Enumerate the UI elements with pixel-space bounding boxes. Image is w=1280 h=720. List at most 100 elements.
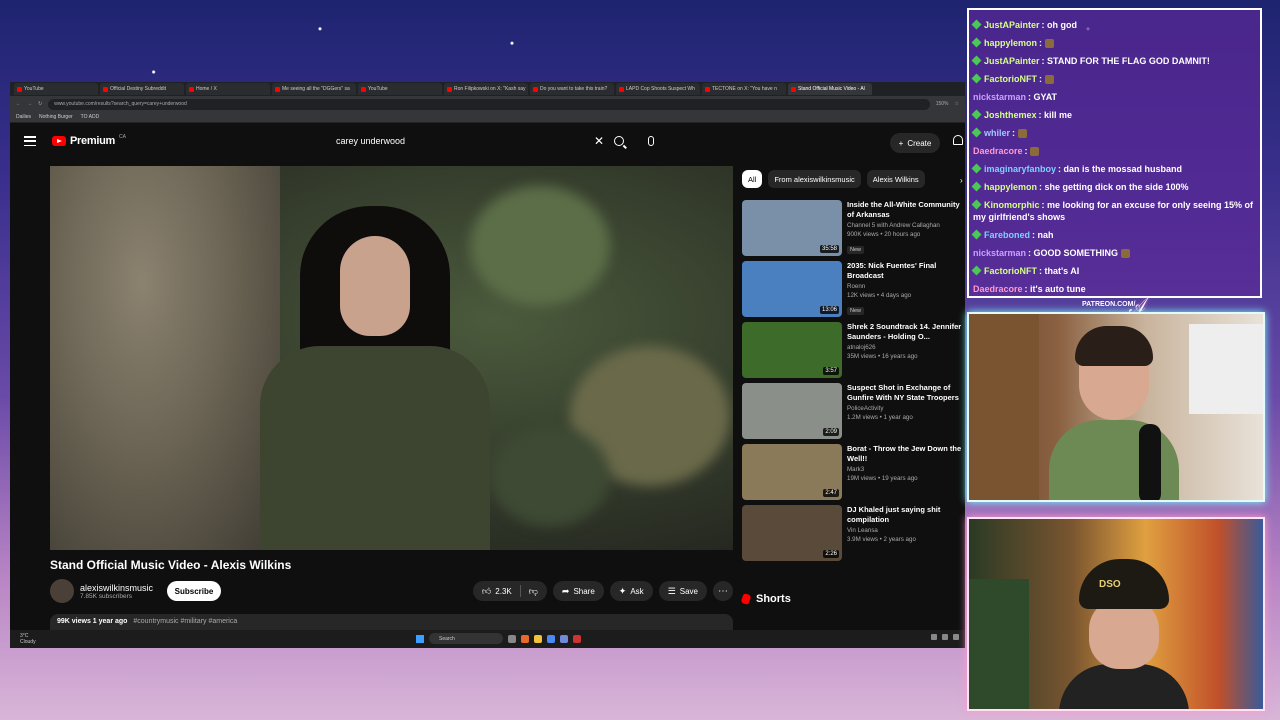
forward-icon[interactable]: →: [27, 101, 32, 107]
obs-icon[interactable]: [573, 634, 581, 643]
video-channel[interactable]: Vin Leansa: [847, 527, 965, 534]
video-title[interactable]: 2035: Nick Fuentes' Final Broadcast: [847, 261, 965, 281]
browser-tab[interactable]: Stand Official Music Video - Al: [788, 83, 872, 95]
search-input[interactable]: [336, 135, 594, 147]
chat-username[interactable]: Daedracore: [973, 284, 1023, 294]
video-thumbnail[interactable]: 2:47: [742, 444, 842, 500]
address-bar[interactable]: www.youtube.com/results?search_query=car…: [48, 98, 930, 110]
video-title[interactable]: Suspect Shot in Exchange of Gunfire With…: [847, 383, 965, 403]
chevron-right-icon[interactable]: ›: [960, 176, 963, 185]
bookmark-dailies[interactable]: Dailies: [16, 114, 31, 120]
chat-username[interactable]: JustAPainter: [984, 56, 1040, 66]
subscribe-button[interactable]: Subscribe: [167, 581, 222, 601]
browser-tab[interactable]: TECTONE on X: "You have n: [702, 83, 786, 95]
video-info: Inside the All-White Community of Arkans…: [847, 200, 965, 256]
video-thumbnail[interactable]: 3:57: [742, 322, 842, 378]
zoom-level[interactable]: 150%: [936, 101, 949, 107]
chat-username[interactable]: nickstarman: [973, 248, 1026, 258]
browser-tab[interactable]: Official Destiny Subreddit: [100, 83, 184, 95]
video-title[interactable]: Inside the All-White Community of Arkans…: [847, 200, 965, 220]
ask-label: Ask: [630, 586, 644, 596]
star-icon[interactable]: ☆: [955, 101, 959, 107]
windows-start-icon[interactable]: [416, 634, 424, 643]
video-channel[interactable]: atnaloj626: [847, 344, 965, 351]
reload-icon[interactable]: ↻: [38, 101, 42, 107]
browser-tab[interactable]: YouTube: [14, 83, 98, 95]
recommended-video[interactable]: 2:47 Borat - Throw the Jew Down the Well…: [742, 444, 965, 500]
video-title[interactable]: Borat - Throw the Jew Down the Well!!: [847, 444, 965, 464]
recommended-video[interactable]: 3:57 Shrek 2 Soundtrack 14. Jennifer Sau…: [742, 322, 965, 378]
video-channel[interactable]: Mark3: [847, 466, 965, 473]
bookmark-nothing-burger[interactable]: Nothing Burger: [39, 114, 73, 120]
chat-username[interactable]: JustAPainter: [984, 20, 1040, 30]
browser-tab[interactable]: LAPD Cop Shoots Suspect Wh: [616, 83, 700, 95]
browser-tab[interactable]: YouTube: [358, 83, 442, 95]
chat-username[interactable]: nickstarman: [973, 92, 1026, 102]
share-button[interactable]: ➦ Share: [552, 581, 604, 601]
taskbar-search[interactable]: Search: [429, 633, 503, 644]
channel-info: alexiswilkinsmusic 7.85K subscribers: [80, 583, 153, 600]
camo-blob: [470, 186, 610, 306]
notifications-bell-icon[interactable]: [953, 135, 963, 145]
more-options-icon[interactable]: ⋯: [713, 581, 733, 601]
channel-name[interactable]: alexiswilkinsmusic: [80, 583, 153, 593]
chat-username[interactable]: Daedracore: [973, 146, 1023, 156]
browser-tab[interactable]: Home / X: [186, 83, 270, 95]
discord-icon[interactable]: [560, 634, 568, 643]
tray-icon[interactable]: [931, 634, 937, 640]
chat-username[interactable]: imaginaryfanboy: [984, 164, 1056, 174]
hamburger-menu-icon[interactable]: [24, 136, 36, 146]
video-title[interactable]: Shrek 2 Soundtrack 14. Jennifer Saunders…: [847, 322, 965, 342]
ask-button[interactable]: ✦ Ask: [609, 581, 653, 601]
chrome-icon[interactable]: [547, 634, 555, 643]
clear-search-icon[interactable]: ✕: [594, 134, 604, 148]
save-button[interactable]: ☰ Save: [658, 581, 707, 601]
chat-username[interactable]: Joshthemex: [984, 110, 1037, 120]
recommended-video[interactable]: 13:06 2035: Nick Fuentes' Final Broadcas…: [742, 261, 965, 317]
chat-username[interactable]: Kinomorphic: [984, 200, 1040, 210]
recommended-video[interactable]: 35:58 Inside the All-White Community of …: [742, 200, 965, 256]
chat-username[interactable]: happylemon: [984, 182, 1037, 192]
chat-username[interactable]: FactorioNFT: [984, 74, 1037, 84]
chat-username[interactable]: whiler: [984, 128, 1010, 138]
video-thumbnail[interactable]: 2:26: [742, 505, 842, 561]
thumbs-down-icon[interactable]: 👎︎: [529, 586, 538, 597]
chat-username[interactable]: FactorioNFT: [984, 266, 1037, 276]
tab-favicon-icon: [619, 86, 624, 92]
video-player[interactable]: [50, 166, 733, 550]
search-icon[interactable]: [614, 136, 624, 146]
microphone-icon[interactable]: [648, 136, 654, 146]
recommended-video[interactable]: 2:26 DJ Khaled just saying shit compilat…: [742, 505, 965, 561]
video-thumbnail[interactable]: 35:58: [742, 200, 842, 256]
task-view-icon[interactable]: [508, 634, 516, 643]
video-thumbnail[interactable]: 2:09: [742, 383, 842, 439]
youtube-logo[interactable]: Premium CA: [52, 134, 126, 147]
tray-icon[interactable]: [953, 634, 959, 640]
like-button[interactable]: 👍︎ 2.3K 👎︎: [472, 581, 547, 601]
file-explorer-icon[interactable]: [534, 634, 542, 643]
subscriber-badge-icon: [971, 127, 982, 138]
chip-alexis-wilkins[interactable]: Alexis Wilkins: [866, 170, 925, 188]
video-channel[interactable]: Channel 5 with Andrew Callaghan: [847, 222, 965, 229]
video-thumbnail[interactable]: 13:06: [742, 261, 842, 317]
recommended-video[interactable]: 2:09 Suspect Shot in Exchange of Gunfire…: [742, 383, 965, 439]
video-title[interactable]: DJ Khaled just saying shit compilation: [847, 505, 965, 525]
create-button[interactable]: + Create: [890, 133, 940, 153]
video-channel[interactable]: PoliceActivity: [847, 405, 965, 412]
browser-tab[interactable]: Me seeing all the "DGGers" sa: [272, 83, 356, 95]
weather-widget[interactable]: 3°C Cloudy: [20, 633, 36, 645]
browser-tab[interactable]: Do you want to take this train?: [530, 83, 614, 95]
back-icon[interactable]: ←: [16, 101, 21, 107]
hashtags[interactable]: #countrymusic #military #america: [133, 618, 237, 625]
firefox-icon[interactable]: [521, 634, 529, 643]
dresser: [1189, 324, 1263, 414]
chip-all[interactable]: All: [742, 170, 763, 188]
chip-from-channel[interactable]: From alexiswilkinsmusic: [768, 170, 861, 188]
video-channel[interactable]: Roenn: [847, 283, 965, 290]
channel-avatar[interactable]: [50, 579, 74, 603]
chat-username[interactable]: happylemon: [984, 38, 1037, 48]
browser-tab[interactable]: Ron Filipkowski on X: "Kash say: [444, 83, 528, 95]
chat-username[interactable]: Fareboned: [984, 230, 1030, 240]
tray-icon[interactable]: [942, 634, 948, 640]
bookmark-to-add[interactable]: TO ADD: [81, 114, 100, 120]
